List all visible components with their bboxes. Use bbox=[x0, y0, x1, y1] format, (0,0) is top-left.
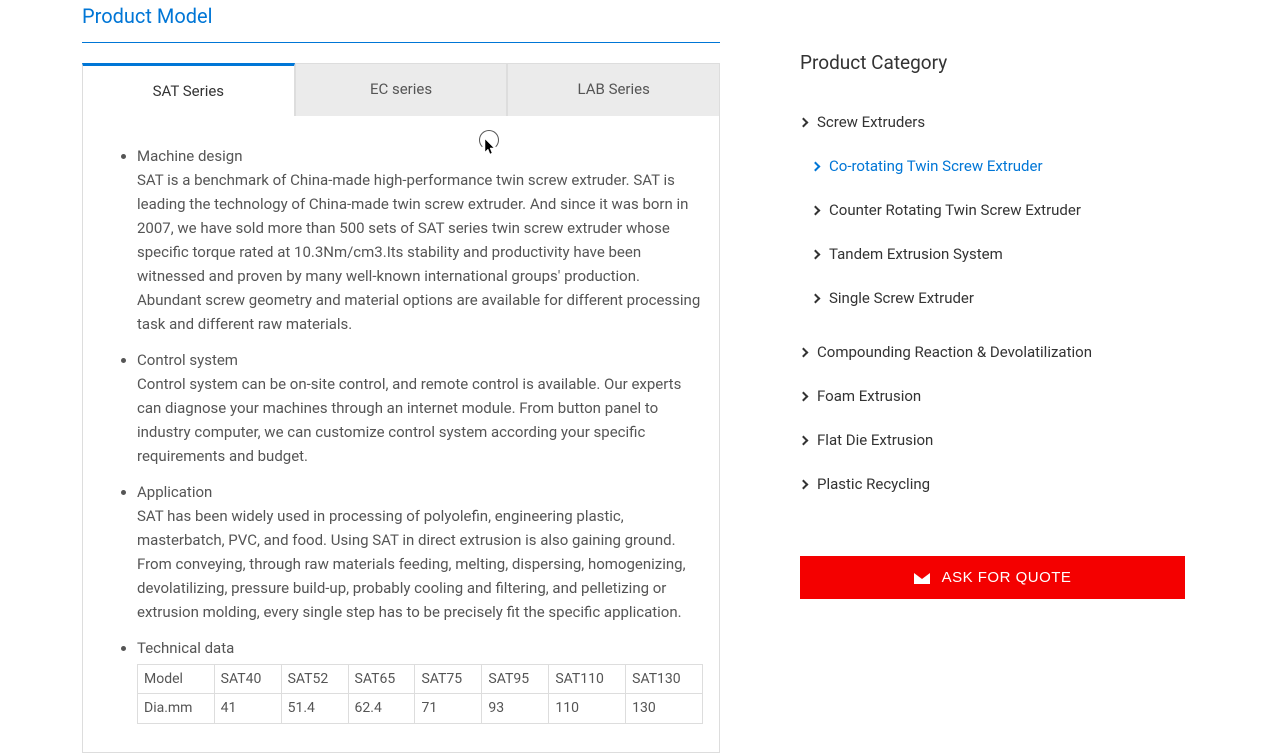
chevron-right-icon bbox=[799, 435, 809, 445]
item-heading: Application bbox=[137, 480, 703, 504]
chevron-right-icon bbox=[799, 391, 809, 401]
chevron-right-icon bbox=[799, 117, 809, 127]
cat-label: Single Screw Extruder bbox=[829, 286, 974, 310]
chevron-right-icon bbox=[799, 479, 809, 489]
table-cell: SAT130 bbox=[626, 665, 703, 694]
tab-lab-series[interactable]: LAB Series bbox=[507, 63, 720, 116]
cat-label: Foam Extrusion bbox=[817, 384, 921, 408]
table-cell: SAT110 bbox=[549, 665, 626, 694]
cat-plastic-recycling[interactable]: Plastic Recycling bbox=[800, 462, 1185, 506]
item-body: Control system can be on-site control, a… bbox=[137, 375, 681, 465]
table-cell: 62.4 bbox=[348, 694, 415, 723]
item-heading: Machine design bbox=[137, 144, 703, 168]
cat-tandem[interactable]: Tandem Extrusion System bbox=[800, 232, 1185, 276]
table-row: Model SAT40 SAT52 SAT65 SAT75 SAT95 SAT1… bbox=[138, 665, 703, 694]
cat-label: Tandem Extrusion System bbox=[829, 242, 1003, 266]
table-cell: 130 bbox=[626, 694, 703, 723]
table-cell: SAT40 bbox=[214, 665, 281, 694]
list-item: Control system Control system can be on-… bbox=[137, 348, 703, 468]
tab-sat-series[interactable]: SAT Series bbox=[82, 63, 295, 116]
cat-single-screw[interactable]: Single Screw Extruder bbox=[800, 276, 1185, 320]
table-cell: Model bbox=[138, 665, 215, 694]
technical-data-table: Model SAT40 SAT52 SAT65 SAT75 SAT95 SAT1… bbox=[137, 664, 703, 724]
list-item: Application SAT has been widely used in … bbox=[137, 480, 703, 624]
cat-compounding[interactable]: Compounding Reaction & Devolatilization bbox=[800, 330, 1185, 374]
sidebar-title: Product Category bbox=[800, 48, 1185, 78]
list-item: Technical data Model SAT40 SAT52 SAT65 S… bbox=[137, 636, 703, 724]
tab-content: Machine design SAT is a benchmark of Chi… bbox=[82, 116, 720, 753]
table-cell: SAT95 bbox=[482, 665, 549, 694]
table-row: Dia.mm 41 51.4 62.4 71 93 110 130 bbox=[138, 694, 703, 723]
list-item: Machine design SAT is a benchmark of Chi… bbox=[137, 144, 703, 336]
cat-screw-extruders[interactable]: Screw Extruders bbox=[800, 100, 1185, 144]
table-cell: 71 bbox=[415, 694, 482, 723]
cat-label: Compounding Reaction & Devolatilization bbox=[817, 340, 1092, 364]
table-cell: 110 bbox=[549, 694, 626, 723]
section-title: Product Model bbox=[82, 0, 720, 43]
item-heading: Technical data bbox=[137, 636, 703, 660]
table-cell: SAT65 bbox=[348, 665, 415, 694]
cta-label: ASK FOR QUOTE bbox=[942, 569, 1072, 586]
table-cell: 93 bbox=[482, 694, 549, 723]
table-cell: 41 bbox=[214, 694, 281, 723]
tabs-container: SAT Series EC series LAB Series bbox=[82, 63, 720, 116]
envelope-icon bbox=[914, 572, 930, 584]
cat-flat-die[interactable]: Flat Die Extrusion bbox=[800, 418, 1185, 462]
ask-for-quote-button[interactable]: ASK FOR QUOTE bbox=[800, 556, 1185, 599]
table-cell: SAT75 bbox=[415, 665, 482, 694]
item-body: SAT is a benchmark of China-made high-pe… bbox=[137, 171, 700, 333]
item-body: SAT has been widely used in processing o… bbox=[137, 507, 686, 621]
chevron-right-icon bbox=[811, 205, 821, 215]
chevron-right-icon bbox=[811, 249, 821, 259]
chevron-right-icon bbox=[799, 347, 809, 357]
cat-label: Co-rotating Twin Screw Extruder bbox=[829, 154, 1043, 178]
table-cell: SAT52 bbox=[281, 665, 348, 694]
cat-label: Flat Die Extrusion bbox=[817, 428, 933, 452]
cat-label: Counter Rotating Twin Screw Extruder bbox=[829, 198, 1081, 222]
category-list: Screw Extruders Co-rotating Twin Screw E… bbox=[800, 100, 1185, 506]
cat-label: Screw Extruders bbox=[817, 110, 925, 134]
chevron-right-icon bbox=[811, 161, 821, 171]
loading-spinner-icon bbox=[479, 130, 499, 150]
table-cell: 51.4 bbox=[281, 694, 348, 723]
cat-counter-rotating[interactable]: Counter Rotating Twin Screw Extruder bbox=[800, 188, 1185, 232]
tab-ec-series[interactable]: EC series bbox=[295, 63, 508, 116]
chevron-right-icon bbox=[811, 293, 821, 303]
item-heading: Control system bbox=[137, 348, 703, 372]
table-cell: Dia.mm bbox=[138, 694, 215, 723]
cat-label: Plastic Recycling bbox=[817, 472, 930, 496]
cat-co-rotating[interactable]: Co-rotating Twin Screw Extruder bbox=[800, 144, 1185, 188]
cat-foam[interactable]: Foam Extrusion bbox=[800, 374, 1185, 418]
